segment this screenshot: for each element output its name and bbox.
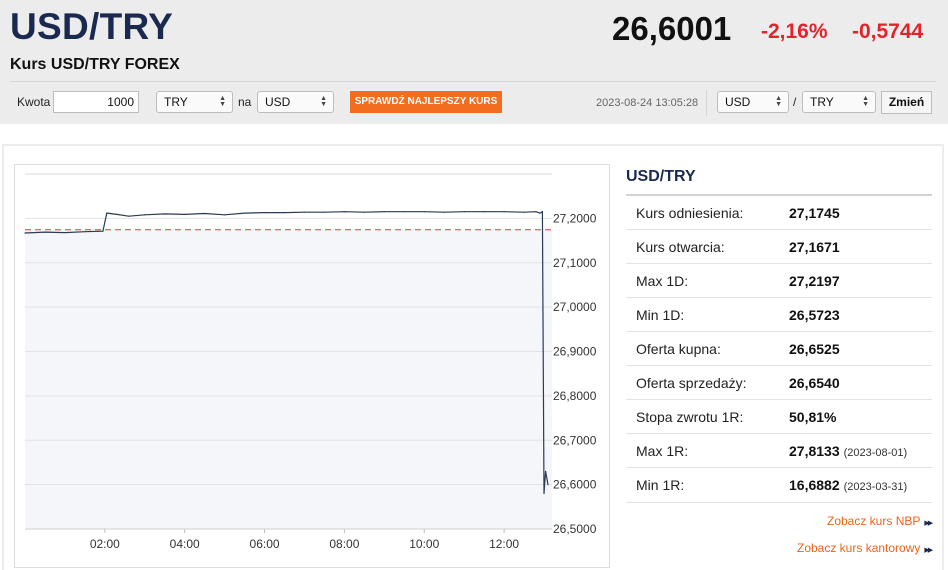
data-point	[224, 214, 226, 216]
x-tick-label: 06:00	[250, 537, 280, 551]
stat-row: Kurs otwarcia: 27,1671	[626, 230, 932, 264]
y-tick-label: 27,0000	[553, 300, 597, 314]
data-point	[164, 213, 166, 215]
y-tick-label: 26,8000	[553, 389, 597, 403]
stat-value: 26,6540	[789, 375, 840, 391]
stat-row: Stopa zwrotu 1R: 50,81%	[626, 400, 932, 434]
y-tick-label: 27,1000	[553, 256, 597, 270]
data-point	[44, 231, 46, 233]
data-point	[128, 215, 130, 217]
data-point	[106, 212, 108, 214]
data-point	[84, 231, 86, 233]
double-arrow-icon: ▶▶	[924, 520, 933, 527]
plot-area-fill	[25, 229, 552, 530]
data-point	[102, 230, 104, 232]
stat-label: Min 1R:	[636, 477, 685, 493]
nbp-rate-link[interactable]: Zobacz kurs NBP ▶▶	[827, 514, 933, 528]
data-point	[523, 211, 525, 213]
data-point	[323, 211, 326, 213]
stat-number: 26,6525	[789, 341, 840, 357]
data-point	[116, 213, 118, 215]
data-point	[243, 212, 246, 214]
stat-value: 26,6525	[789, 341, 840, 357]
stat-value: 27,2197	[789, 273, 840, 289]
y-tick-label: 26,6000	[553, 478, 597, 492]
y-tick-label: 26,7000	[553, 433, 597, 447]
data-point	[303, 211, 306, 213]
stat-label: Min 1D:	[636, 307, 685, 323]
data-point	[263, 212, 266, 214]
x-tick-label: 08:00	[329, 537, 359, 551]
stat-label: Max 1R:	[636, 443, 689, 459]
stat-number: 26,6540	[789, 375, 840, 391]
y-tick-label: 27,2000	[553, 211, 597, 225]
stat-row: Oferta kupna: 26,6525	[626, 332, 932, 366]
data-point	[543, 492, 545, 495]
data-point	[483, 211, 485, 213]
stat-value: 27,1745	[789, 205, 840, 221]
x-tick-label: 02:00	[90, 537, 120, 551]
y-tick-label: 26,9000	[553, 345, 597, 359]
stat-label: Oferta sprzedaży:	[636, 375, 747, 391]
stat-number: 27,1745	[789, 205, 840, 221]
data-point	[443, 211, 445, 213]
stat-number: 50,81%	[789, 409, 837, 425]
data-point	[24, 232, 26, 234]
data-point	[204, 212, 206, 215]
stat-row: Min 1D: 26,5723	[626, 298, 932, 332]
nbp-rate-link-text: Zobacz kurs NBP	[827, 514, 921, 528]
stat-date: (2023-03-31)	[843, 481, 908, 493]
data-point	[64, 231, 66, 234]
stat-number: 26,5723	[789, 307, 840, 323]
stat-row: Max 1D: 27,2197	[626, 264, 932, 298]
stats-title: USD/TRY	[626, 168, 696, 185]
stat-label: Kurs otwarcia:	[636, 239, 725, 255]
data-point	[363, 211, 365, 213]
stat-row: Max 1R: 27,8133 (2023-08-01)	[626, 434, 932, 468]
data-point	[539, 212, 541, 214]
data-point	[503, 211, 505, 213]
kantor-rate-link[interactable]: Zobacz kurs kantorowy ▶▶	[797, 541, 933, 555]
double-arrow-icon: ▶▶	[924, 547, 933, 554]
stat-row: Min 1R: 16,6882 (2023-03-31)	[626, 468, 932, 503]
data-point	[383, 211, 385, 213]
data-point	[403, 211, 405, 213]
data-point	[545, 470, 547, 472]
stat-value: 26,5723	[789, 307, 840, 323]
x-tick-label: 12:00	[489, 537, 519, 551]
stat-value: 50,81%	[789, 409, 836, 425]
stat-row: Kurs odniesienia: 27,1745	[626, 196, 932, 230]
stat-date: (2023-08-01)	[843, 447, 908, 459]
stat-value: 16,6882 (2023-03-31)	[789, 477, 907, 493]
data-point	[535, 211, 537, 213]
data-point	[541, 211, 544, 213]
stat-row: Oferta sprzedaży: 26,6540	[626, 366, 932, 400]
data-point	[547, 484, 549, 486]
stat-label: Oferta kupna:	[636, 341, 721, 357]
data-point	[463, 211, 465, 213]
stat-number: 27,2197	[789, 273, 840, 289]
stat-number: 16,6882	[789, 477, 840, 493]
stat-value: 27,8133 (2023-08-01)	[789, 443, 907, 459]
data-point	[283, 212, 286, 214]
data-point	[423, 211, 425, 213]
stat-label: Stopa zwrotu 1R:	[636, 409, 744, 425]
kantor-rate-link-text: Zobacz kurs kantorowy	[797, 541, 921, 555]
data-point	[184, 213, 186, 215]
data-point	[343, 211, 345, 213]
y-tick-label: 26,5000	[553, 522, 597, 536]
stat-number: 27,8133	[789, 443, 840, 459]
stat-label: Max 1D:	[636, 273, 689, 289]
x-tick-label: 04:00	[170, 537, 200, 551]
stat-label: Kurs odniesienia:	[636, 205, 744, 221]
data-point	[144, 214, 146, 216]
x-tick-label: 10:00	[409, 537, 439, 551]
stat-value: 27,1671	[789, 239, 840, 255]
stat-number: 27,1671	[789, 239, 840, 255]
